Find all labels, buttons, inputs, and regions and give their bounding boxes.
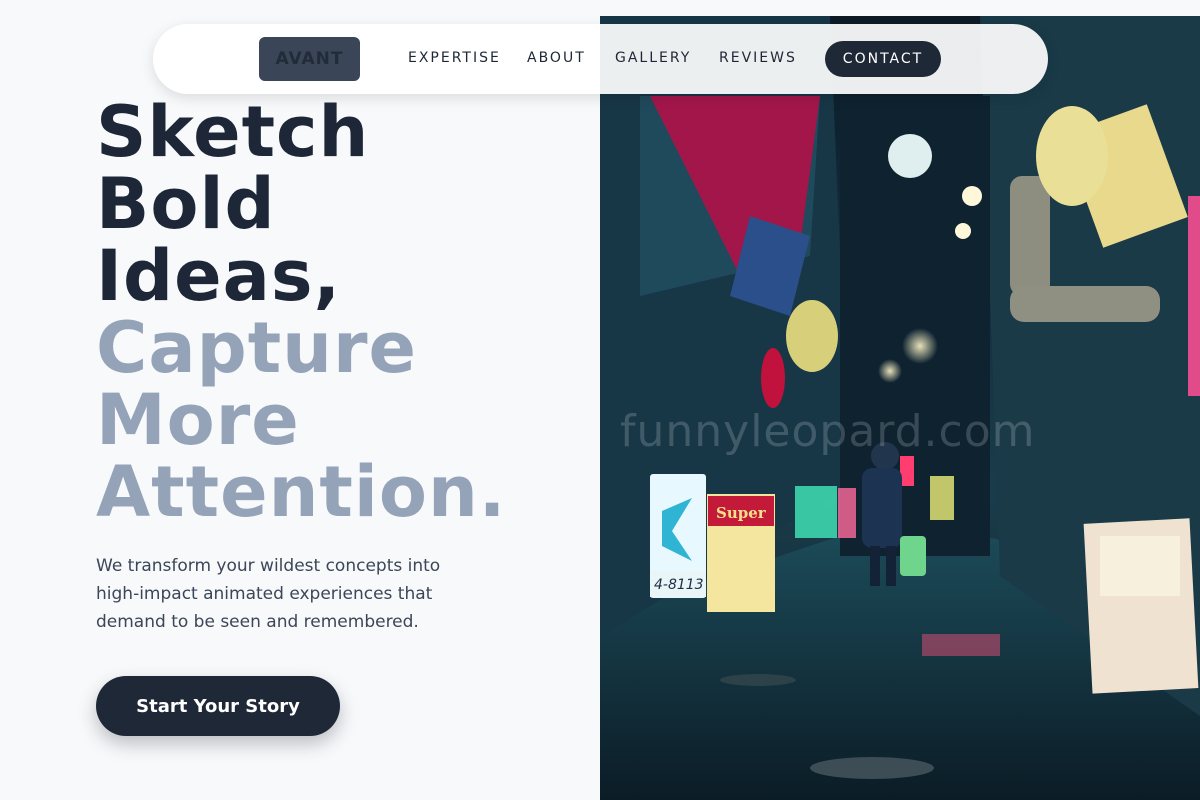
hero-image: 4-8113 Super funnyleopard.com (600, 16, 1200, 800)
contact-button[interactable]: CONTACT (825, 41, 941, 77)
hero-subtext: We transform your wildest concepts into … (96, 556, 441, 632)
watermark-text: funnyleopard.com (620, 406, 1036, 457)
nav-link-expertise[interactable]: EXPERTISE (408, 50, 501, 66)
headline-line-6: Attention. (96, 451, 507, 533)
headline-line-2: Bold (96, 163, 276, 245)
sign-number-text: 4-8113 (654, 577, 704, 593)
sign-super-text: Super (716, 504, 767, 522)
headline-line-4: Capture (96, 307, 418, 389)
page: 4-8113 Super funnyleopard.com AVANT EXPE… (0, 0, 1200, 800)
logo-link[interactable]: AVANT (259, 37, 360, 81)
headline-line-3: Ideas, (96, 235, 342, 317)
nav-link-gallery[interactable]: GALLERY (615, 50, 691, 66)
headline-line-1: Sketch (96, 91, 370, 173)
nav-link-about[interactable]: ABOUT (527, 50, 586, 66)
headline-line-5: More (96, 379, 300, 461)
navbar: AVANT EXPERTISE ABOUT GALLERY REVIEWS CO… (153, 24, 1048, 94)
start-story-button[interactable]: Start Your Story (96, 676, 340, 736)
hero-headline: Sketch Bold Ideas, Capture More Attentio… (96, 96, 596, 528)
nav-link-reviews[interactable]: REVIEWS (719, 50, 797, 66)
